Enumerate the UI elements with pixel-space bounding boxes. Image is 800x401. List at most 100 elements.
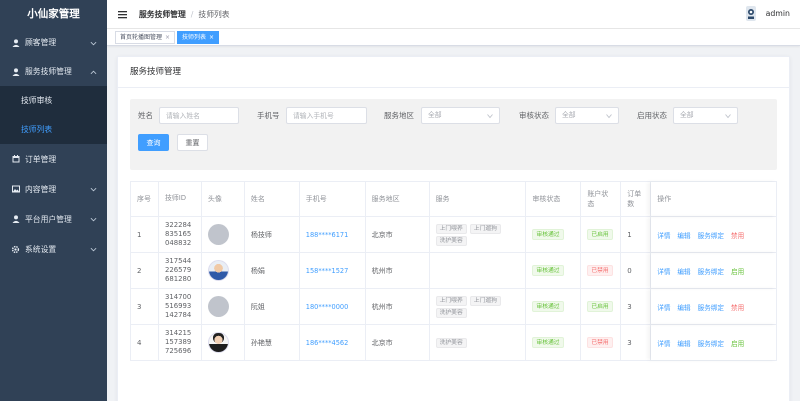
cell-services: 上门喂养 上门遛狗 洗护美容 [430, 217, 527, 252]
user-icon [11, 38, 20, 47]
cell-area: 北京市 [366, 217, 430, 252]
edit-link[interactable]: 编辑 [677, 302, 690, 312]
toggle-status-link[interactable]: 禁用 [731, 302, 744, 312]
reset-button[interactable]: 重置 [177, 134, 208, 151]
cell-services: 洗护美容 [430, 325, 527, 360]
search-button[interactable]: 查询 [138, 134, 169, 151]
cell-phone: 158****1527 [300, 253, 366, 288]
chevron-down-icon [725, 114, 731, 119]
menu-customers[interactable]: 顾客管理 [0, 28, 107, 57]
cell-avatar [202, 217, 245, 252]
tag-banner-management[interactable]: 首页轮播图管理 × [115, 31, 176, 44]
row-actions: 详情 编辑 服务绑定 禁用 [657, 302, 744, 312]
technician-table: 序号 技师ID 头像 姓名 手机号 服务地区 服务 审核状态 账户状态 订单数 … [130, 181, 778, 361]
cell-avatar [202, 325, 245, 360]
toggle-status-link[interactable]: 禁用 [731, 230, 744, 240]
audit-select[interactable]: 全部 [555, 107, 619, 124]
area-select[interactable]: 全部 [421, 107, 500, 124]
account-status-badge: 已启用 [587, 229, 613, 240]
cell-phone: 180****0000 [300, 289, 366, 324]
user-avatar-icon [745, 6, 756, 21]
submenu-technician-review[interactable]: 技师审核 [0, 86, 107, 115]
phone-link[interactable]: 188****6171 [306, 231, 349, 239]
cell-no: 1 [131, 217, 159, 252]
menu-content[interactable]: 内容管理 [0, 174, 107, 204]
name-input[interactable] [159, 107, 239, 124]
close-icon[interactable]: × [165, 34, 170, 41]
detail-link[interactable]: 详情 [657, 302, 670, 312]
cell-orders: 1 [621, 217, 652, 252]
submenu-technician-list[interactable]: 技师列表 [0, 115, 107, 144]
hamburger-icon[interactable] [118, 10, 127, 19]
menu-label: 顾客管理 [25, 38, 57, 47]
bind-service-link[interactable]: 服务绑定 [698, 302, 724, 312]
edit-link[interactable]: 编辑 [677, 338, 690, 348]
image-icon [11, 185, 20, 194]
tag-technician-list[interactable]: 技师列表 × [177, 31, 220, 44]
cell-account: 已启用 [581, 217, 622, 252]
avatar [207, 296, 229, 317]
menu-settings[interactable]: 系统设置 [0, 234, 107, 264]
cell-name: 杨娟 [245, 253, 300, 288]
cell-orders: 0 [621, 253, 652, 288]
avatar [207, 332, 229, 353]
edit-link[interactable]: 编辑 [677, 230, 690, 240]
breadcrumb-parent[interactable]: 服务技师管理 [139, 9, 186, 20]
cell-area: 杭州市 [366, 253, 430, 288]
header-no: 序号 [131, 182, 159, 216]
cell-phone: 186****4562 [300, 325, 366, 360]
service-tags: 上门喂养 上门遛狗 洗护美容 [435, 295, 520, 318]
cell-orders: 3 [621, 289, 652, 324]
service-tag: 上门遛狗 [469, 223, 501, 234]
chevron-down-icon [606, 114, 612, 119]
menu-technicians[interactable]: 服务技师管理 [0, 57, 107, 86]
enable-label: 启用状态 [637, 111, 667, 120]
bind-service-link[interactable]: 服务绑定 [698, 230, 724, 240]
user-menu[interactable]: admin [744, 6, 790, 21]
service-tag: 上门喂养 [435, 295, 467, 306]
menu-orders[interactable]: 订单管理 [0, 144, 107, 174]
phone-link[interactable]: 158****1527 [306, 267, 349, 275]
header-ops: 操作 [651, 182, 778, 216]
cell-no: 3 [131, 289, 159, 324]
cell-id: 314215157389725696 [159, 325, 202, 360]
cell-audit: 审核通过 [526, 217, 582, 252]
chevron-down-icon [90, 187, 97, 192]
header-phone: 手机号 [300, 182, 366, 216]
edit-link[interactable]: 编辑 [677, 266, 690, 276]
toggle-status-link[interactable]: 启用 [731, 338, 744, 348]
row-actions: 详情 编辑 服务绑定 启用 [657, 338, 744, 348]
service-tags: 洗护美容 [435, 337, 467, 348]
breadcrumb-current: 技师列表 [198, 9, 230, 19]
toggle-status-link[interactable]: 启用 [731, 266, 744, 276]
detail-link[interactable]: 详情 [657, 230, 670, 240]
user-name: admin [765, 9, 790, 18]
account-status-badge: 已禁用 [587, 265, 613, 276]
menu-platform-users[interactable]: 平台用户管理 [0, 204, 107, 234]
tag-label: 技师列表 [182, 34, 207, 41]
bind-service-link[interactable]: 服务绑定 [698, 338, 724, 348]
audit-status-badge: 审核通过 [532, 301, 564, 312]
phone-link[interactable]: 180****0000 [306, 303, 349, 311]
table-row: 2 317544226579681280 杨娟 158****1527 杭州市 审核通过 已… [131, 253, 778, 289]
detail-link[interactable]: 详情 [657, 338, 670, 348]
cell-avatar [202, 253, 245, 288]
enable-select[interactable]: 全部 [673, 107, 738, 124]
detail-link[interactable]: 详情 [657, 266, 670, 276]
service-tag: 洗护美容 [435, 337, 467, 348]
main-card: 服务技师管理 姓名 手机号 服务地区 全部 审核状态 全部 启用状态 全部 查询 [117, 56, 790, 401]
filter-panel: 姓名 手机号 服务地区 全部 审核状态 全部 启用状态 全部 查询 重置 [130, 99, 777, 170]
calendar-icon [11, 155, 20, 164]
user-icon [11, 67, 20, 76]
close-icon[interactable]: × [209, 34, 214, 41]
phone-input[interactable] [286, 107, 367, 124]
card-title: 服务技师管理 [118, 57, 789, 88]
table-body: 1 322284835165048832 杨技师 188****6171 北京市 上门喂养… [131, 217, 778, 361]
phone-link[interactable]: 186****4562 [306, 339, 349, 347]
bind-service-link[interactable]: 服务绑定 [698, 266, 724, 276]
chevron-down-icon [90, 247, 97, 252]
breadcrumb: 服务技师管理 / 技师列表 [139, 9, 230, 20]
audit-status-badge: 审核通过 [532, 337, 564, 348]
header-account: 账户状态 [581, 182, 622, 216]
header-services: 服务 [430, 182, 527, 216]
